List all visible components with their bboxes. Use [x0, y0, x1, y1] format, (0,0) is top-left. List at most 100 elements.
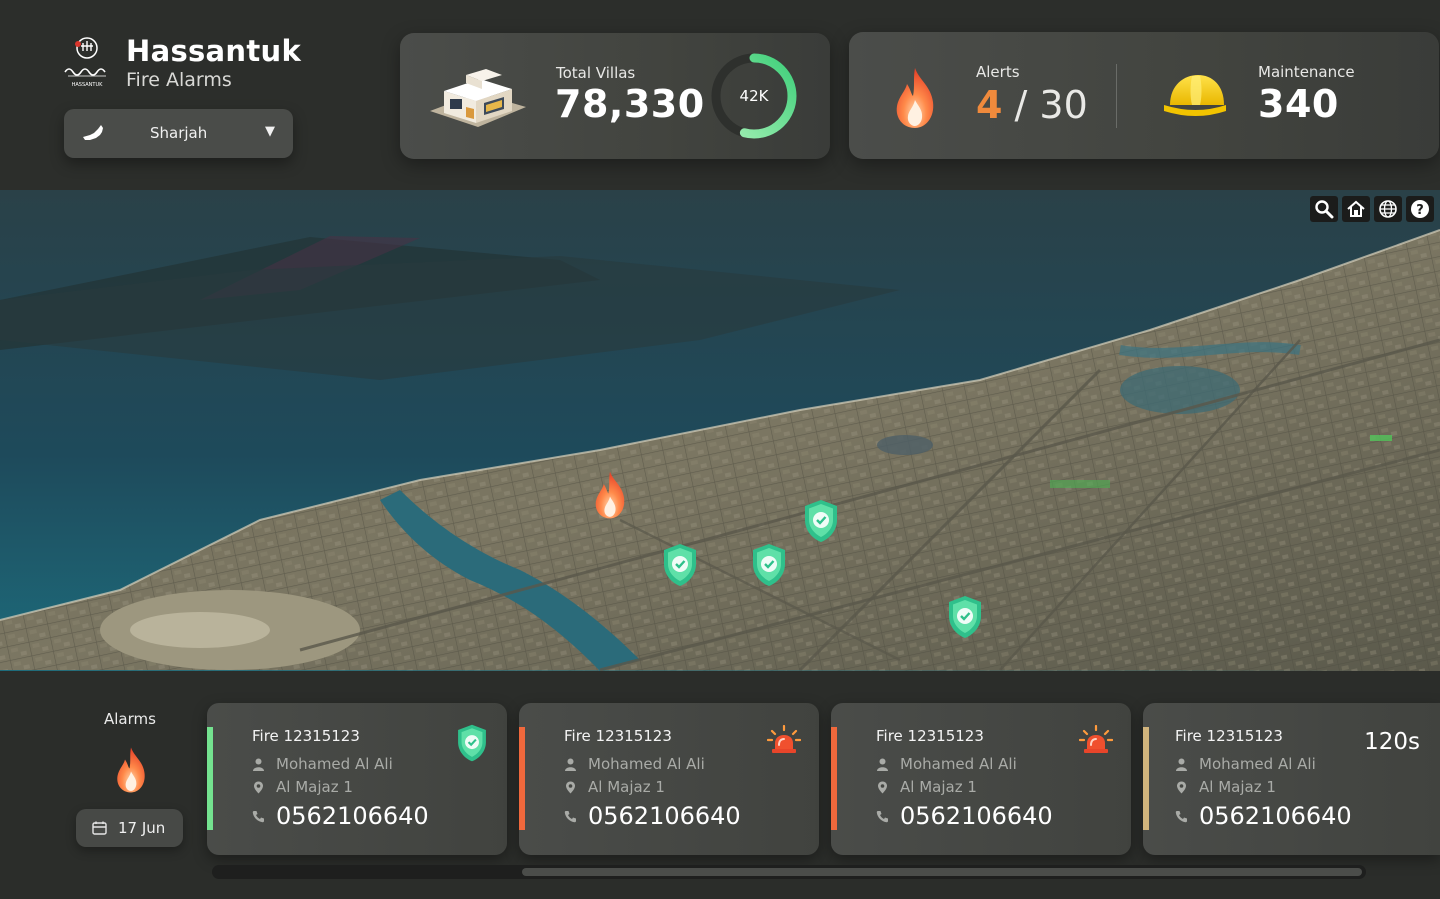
location-name: Al Majaz 1 — [276, 778, 353, 796]
shield-marker[interactable] — [802, 498, 840, 544]
siren-icon — [1079, 725, 1113, 753]
user-icon — [253, 758, 264, 771]
phone-number: 0562106640 — [276, 802, 429, 830]
help-icon: ? — [1411, 200, 1429, 218]
map-help-button[interactable]: ? — [1406, 196, 1434, 222]
user-icon — [1176, 758, 1187, 771]
hassantuk-logo: HASSANTUK — [64, 37, 106, 88]
phone-icon — [1175, 810, 1187, 822]
alarm-card[interactable]: Fire 12315123 Mohamed Al Ali Al Majaz 1 … — [519, 703, 819, 855]
alarm-card[interactable]: Fire 12315123 Mohamed Al Ali Al Majaz 1 … — [207, 703, 507, 855]
alarm-phone[interactable]: 0562106640 — [564, 802, 741, 830]
owner-name: Mohamed Al Ali — [276, 755, 393, 773]
chevron-down-icon: ▼ — [265, 124, 275, 139]
brand: HASSANTUK Hassantuk Fire Alarms — [62, 34, 301, 92]
alarms-panel: Alarms 17 Jun Fire 12315123 Mohamed Al A… — [0, 671, 1440, 899]
uae-map-icon — [83, 125, 103, 140]
alerts-separator: / — [1002, 83, 1040, 127]
map-view[interactable]: ? — [0, 190, 1440, 671]
cards-scrollbar[interactable] — [212, 865, 1366, 879]
phone-icon — [876, 810, 888, 822]
search-icon — [1315, 200, 1334, 219]
alarms-label: Alarms — [104, 710, 156, 728]
header: HASSANTUK Hassantuk Fire Alarms Sharjah … — [0, 0, 1440, 190]
alarm-location: Al Majaz 1 — [564, 778, 665, 796]
map-globe-button[interactable] — [1374, 196, 1402, 222]
scrollbar-thumb[interactable] — [522, 868, 1362, 876]
alarm-card[interactable]: Fire 12315123 Mohamed Al Ali Al Majaz 1 … — [831, 703, 1131, 855]
alarm-owner: Mohamed Al Ali — [564, 755, 705, 773]
maintenance-value: 340 — [1258, 82, 1339, 126]
date-value: 17 Jun — [118, 819, 166, 837]
fire-icon — [117, 747, 145, 793]
alarm-owner: Mohamed Al Ali — [252, 755, 393, 773]
phone-number: 0562106640 — [1199, 802, 1352, 830]
map-toolbar: ? — [1310, 196, 1434, 222]
alarm-timer: 120s — [1364, 729, 1420, 755]
status-stripe — [519, 727, 525, 830]
status-stripe — [831, 727, 837, 830]
alarm-title: Fire 12315123 — [1175, 727, 1283, 745]
alarm-title: Fire 12315123 — [876, 727, 984, 745]
location-pin-icon — [254, 781, 263, 793]
region-selected-value: Sharjah — [150, 124, 208, 142]
svg-text:?: ? — [1416, 203, 1424, 218]
map-terrain[interactable] — [0, 190, 1440, 671]
shield-marker[interactable] — [750, 542, 788, 588]
home-icon — [1347, 200, 1365, 217]
location-pin-icon — [566, 781, 575, 793]
alerts-total: 30 — [1039, 83, 1088, 127]
alarm-phone[interactable]: 0562106640 — [1175, 802, 1352, 830]
alarm-title: Fire 12315123 — [252, 727, 360, 745]
status-stripe — [207, 727, 213, 830]
app-subtitle: Fire Alarms — [126, 69, 232, 91]
alarm-owner: Mohamed Al Ali — [1175, 755, 1316, 773]
location-name: Al Majaz 1 — [588, 778, 665, 796]
phone-icon — [252, 810, 264, 822]
owner-name: Mohamed Al Ali — [900, 755, 1017, 773]
alarm-phone[interactable]: 0562106640 — [876, 802, 1053, 830]
app-title: Hassantuk — [126, 34, 302, 68]
villas-gauge-label: 42K — [739, 87, 769, 105]
maintenance-label: Maintenance — [1258, 63, 1355, 81]
phone-icon — [564, 810, 576, 822]
date-picker-button[interactable]: 17 Jun — [76, 809, 183, 847]
user-icon — [877, 758, 888, 771]
siren-icon — [767, 725, 801, 753]
alarm-card[interactable]: Fire 12315123 Mohamed Al Ali Al Majaz 1 … — [1143, 703, 1440, 855]
region-dropdown[interactable]: Sharjah ▼ — [64, 109, 293, 158]
map-search-button[interactable] — [1310, 196, 1338, 222]
fire-marker[interactable] — [590, 470, 630, 520]
phone-number: 0562106640 — [588, 802, 741, 830]
location-name: Al Majaz 1 — [1199, 778, 1276, 796]
fire-icon — [896, 68, 934, 128]
alerts-value: 4 / 30 — [976, 82, 1088, 128]
shield-marker[interactable] — [661, 542, 699, 588]
alerts-current: 4 — [976, 83, 1003, 127]
alarm-phone[interactable]: 0562106640 — [252, 802, 429, 830]
villa-icon — [430, 69, 526, 127]
phone-number: 0562106640 — [900, 802, 1053, 830]
calendar-icon — [92, 821, 107, 835]
alarm-location: Al Majaz 1 — [252, 778, 353, 796]
status-stripe — [1143, 727, 1149, 830]
user-icon — [565, 758, 576, 771]
svg-text:HASSANTUK: HASSANTUK — [72, 82, 103, 88]
location-name: Al Majaz 1 — [900, 778, 977, 796]
total-villas-value: 78,330 — [555, 82, 705, 126]
divider — [1116, 64, 1117, 128]
alarm-location: Al Majaz 1 — [876, 778, 977, 796]
alerts-label: Alerts — [976, 63, 1020, 81]
alarm-title: Fire 12315123 — [564, 727, 672, 745]
alarm-owner: Mohamed Al Ali — [876, 755, 1017, 773]
owner-name: Mohamed Al Ali — [588, 755, 705, 773]
map-home-button[interactable] — [1342, 196, 1370, 222]
owner-name: Mohamed Al Ali — [1199, 755, 1316, 773]
location-pin-icon — [1177, 781, 1186, 793]
shield-check-icon — [458, 724, 486, 762]
alarm-location: Al Majaz 1 — [1175, 778, 1276, 796]
globe-icon — [1379, 200, 1397, 218]
total-villas-label: Total Villas — [556, 64, 636, 82]
location-pin-icon — [878, 781, 887, 793]
shield-marker[interactable] — [946, 594, 984, 640]
